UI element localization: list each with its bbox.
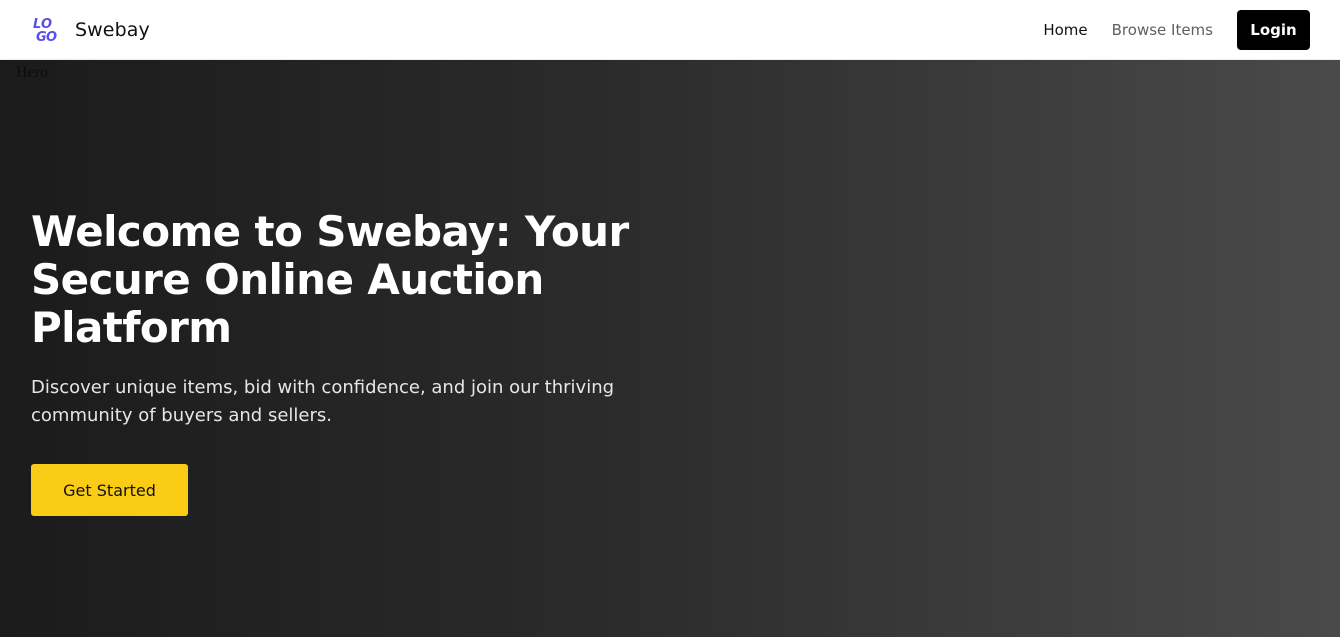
hero-subtitle: Discover unique items, bid with confiden… xyxy=(31,377,615,426)
hero-image-alt-text: Hero xyxy=(16,64,48,81)
nav-link-home[interactable]: Home xyxy=(1043,21,1087,39)
brand-name: Swebay xyxy=(75,18,150,41)
top-navbar: L O G O Swebay Home Browse Items Login xyxy=(0,0,1340,60)
nav-links: Home Browse Items Login xyxy=(1043,9,1310,50)
login-button[interactable]: Login xyxy=(1237,9,1310,50)
hero-image-broken: Hero xyxy=(0,64,48,82)
get-started-button[interactable]: Get Started xyxy=(31,464,188,516)
svg-text:O: O xyxy=(46,30,57,44)
hero-section: Hero Welcome to Swebay: Your Secure Onli… xyxy=(0,60,1340,637)
hero-content: Welcome to Swebay: Your Secure Online Au… xyxy=(31,208,671,516)
hero-title: Welcome to Swebay: Your Secure Online Au… xyxy=(31,207,629,352)
nav-link-browse-items[interactable]: Browse Items xyxy=(1112,21,1213,39)
broken-image-icon xyxy=(0,66,12,79)
logo-icon: L O G O xyxy=(33,17,57,44)
brand-link[interactable]: L O G O Swebay xyxy=(32,16,150,44)
